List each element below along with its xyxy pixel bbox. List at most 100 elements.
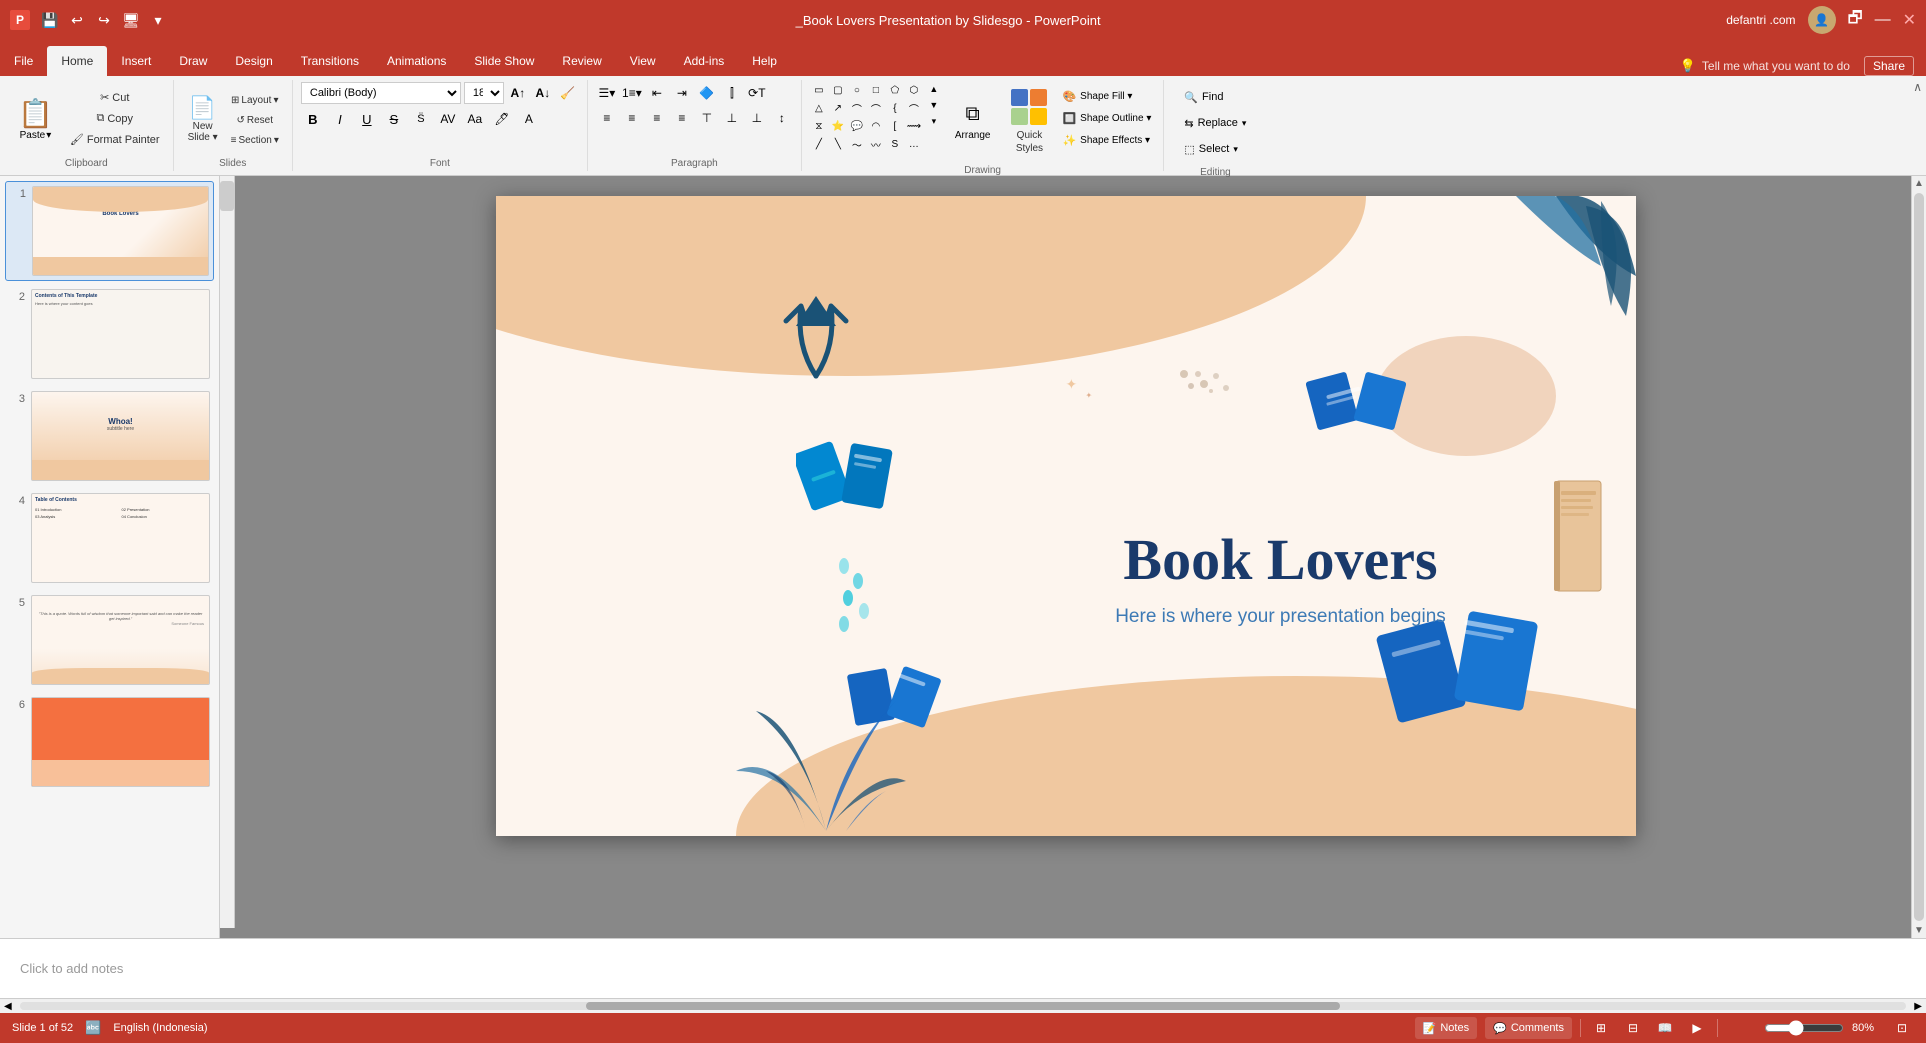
shapes-scroll-up[interactable]: ▲ [927, 82, 941, 96]
slide-title[interactable]: Book Lovers [976, 526, 1586, 593]
redo-button[interactable]: ↪ [92, 8, 116, 32]
bold-button[interactable]: B [301, 107, 325, 131]
select-button[interactable]: ⬚ Select ▾ [1178, 138, 1252, 160]
shape-curve-button[interactable]: ⌒ [848, 100, 866, 116]
slideshow-button[interactable]: ▶ [1685, 1017, 1709, 1039]
align-left-button[interactable]: ≡ [596, 107, 618, 129]
scroll-thumb-top[interactable] [220, 181, 234, 211]
shapes-scroll-down[interactable]: ▼ [927, 98, 941, 112]
increase-indent-button[interactable]: ⇥ [671, 82, 693, 104]
quick-styles-button[interactable]: Quick Styles [1004, 82, 1054, 162]
char-spacing-button[interactable]: AV [436, 107, 460, 131]
smart-art-button[interactable]: 🔷 [696, 82, 718, 104]
shape-fill-button[interactable]: 🎨 Shape Fill ▾ [1058, 86, 1155, 106]
font-color-button[interactable]: A [517, 107, 541, 131]
text-direction-button[interactable]: ⟳T [746, 82, 768, 104]
shape-rectangle-button[interactable]: ▭ [810, 82, 828, 98]
align-top-button[interactable]: ⊤ [696, 107, 718, 129]
slide-thumb-6[interactable]: 6 [5, 693, 214, 791]
shape-triangle-button[interactable]: △ [810, 100, 828, 116]
slide-thumb-3[interactable]: 3 Whoa! subtitle here [5, 387, 214, 485]
shape-heart-button[interactable]: ⧖ [810, 118, 828, 134]
presentation-view-button[interactable]: 🖥 [119, 8, 143, 32]
tab-view[interactable]: View [616, 46, 670, 76]
tab-review[interactable]: Review [548, 46, 615, 76]
slide-thumb-4[interactable]: 4 Table of Contents 01 Introduction 02 P… [5, 489, 214, 587]
shape-rect2-button[interactable]: □ [867, 82, 885, 98]
strikethrough-button[interactable]: S [382, 107, 406, 131]
clear-format-button[interactable]: 🧹 [557, 82, 579, 104]
shape-oval-button[interactable]: ○ [848, 82, 866, 98]
slide-sorter-button[interactable]: ⊟ [1621, 1017, 1645, 1039]
tab-slideshow[interactable]: Slide Show [460, 46, 548, 76]
shadow-button[interactable]: S̈ [409, 107, 433, 131]
slide-canvas[interactable]: Book Lovers Here is where your presentat… [496, 196, 1636, 836]
shape-line-button[interactable]: ╱ [810, 136, 828, 152]
tab-addins[interactable]: Add-ins [670, 46, 739, 76]
italic-button[interactable]: I [328, 107, 352, 131]
shape-rounded-rect-button[interactable]: ▢ [829, 82, 847, 98]
tab-animations[interactable]: Animations [373, 46, 460, 76]
restore-down-button[interactable]: 🗗 [1848, 7, 1863, 34]
shapes-more[interactable]: ▾ [927, 114, 941, 128]
shape-s-button[interactable]: S [886, 136, 904, 152]
slide-thumb-5[interactable]: 5 "This is a quote. Words full of wisdom… [5, 591, 214, 689]
align-bottom-button[interactable]: ⊥ [746, 107, 768, 129]
shape-more-button[interactable]: ⬡ [905, 82, 923, 98]
tab-transitions[interactable]: Transitions [287, 46, 373, 76]
scroll-left-button[interactable]: ◀ [0, 1001, 16, 1012]
scroll-up-button[interactable]: ▲ [1914, 178, 1924, 189]
font-name-select[interactable]: Calibri (Body) [301, 82, 461, 104]
h-scroll-thumb[interactable] [586, 1002, 1341, 1010]
cut-button[interactable]: ✂ Cut [65, 88, 165, 107]
new-slide-button[interactable]: 📄 New Slide ▾ [182, 91, 224, 147]
shape-custom-button[interactable]: ⌒ [905, 100, 923, 116]
arrange-button[interactable]: ⧉ Arrange [945, 82, 1001, 162]
shape-more2-button[interactable]: … [905, 136, 923, 152]
scroll-right-button[interactable]: ▶ [1910, 1001, 1926, 1012]
shape-outline-button[interactable]: 🔲 Shape Outline ▾ [1058, 108, 1155, 128]
shape-pentagon-button[interactable]: ⬠ [886, 82, 904, 98]
zoom-slider[interactable] [1764, 1020, 1844, 1036]
align-middle-button[interactable]: ⊥ [721, 107, 743, 129]
underline-button[interactable]: U [355, 107, 379, 131]
paste-dropdown-icon[interactable]: ▾ [46, 130, 51, 141]
paste-button[interactable]: 📋 Paste ▾ [8, 93, 63, 145]
tab-insert[interactable]: Insert [107, 46, 165, 76]
scroll-down-button[interactable]: ▼ [1914, 925, 1924, 936]
tab-home[interactable]: Home [47, 46, 107, 76]
layout-button[interactable]: ⊞ Layout ▾ [226, 92, 284, 109]
justify-button[interactable]: ≡ [671, 107, 693, 129]
shape-wavy-button[interactable]: 〰 [867, 136, 885, 152]
font-size-select[interactable]: 18 [464, 82, 504, 104]
save-button[interactable]: 💾 [38, 8, 62, 32]
notes-status-button[interactable]: 📝 Notes [1415, 1017, 1477, 1039]
horizontal-scrollbar[interactable]: ◀ ▶ [0, 998, 1926, 1013]
increase-font-button[interactable]: A↑ [507, 82, 529, 104]
change-case-button[interactable]: Aa [463, 107, 487, 131]
fit-slide-button[interactable]: ⊡ [1890, 1017, 1914, 1039]
share-label[interactable]: Share [1864, 56, 1914, 76]
line-spacing-button[interactable]: ↕ [771, 107, 793, 129]
slide-thumb-1[interactable]: 1 Book Lovers [5, 181, 214, 281]
notes-area[interactable]: Click to add notes [0, 938, 1926, 998]
qat-dropdown-button[interactable]: ▾ [146, 8, 170, 32]
language-info[interactable]: English (Indonesia) [113, 1022, 207, 1034]
font-color-highlight-button[interactable]: 🖊 [490, 107, 514, 131]
align-right-button[interactable]: ≡ [646, 107, 668, 129]
normal-view-button[interactable]: ⊞ [1589, 1017, 1613, 1039]
undo-button[interactable]: ↩ [65, 8, 89, 32]
tell-me-label[interactable]: Tell me what you want to do [1702, 59, 1850, 73]
scroll-thumb[interactable] [1914, 193, 1924, 921]
bullets-button[interactable]: ☰▾ [596, 82, 618, 104]
align-center-button[interactable]: ≡ [621, 107, 643, 129]
shape-bracket-button[interactable]: [ [886, 118, 904, 134]
tab-design[interactable]: Design [221, 46, 286, 76]
shape-star-button[interactable]: ⭐ [829, 118, 847, 134]
shape-arrow-button[interactable]: ↗ [829, 100, 847, 116]
reset-button[interactable]: ↺ Reset [226, 112, 284, 129]
close-button[interactable]: ✕ [1903, 10, 1916, 30]
format-painter-button[interactable]: 🖌 Format Painter [65, 130, 165, 149]
columns-button[interactable]: ⫿ [721, 82, 743, 104]
shape-brace-button[interactable]: { [886, 100, 904, 116]
